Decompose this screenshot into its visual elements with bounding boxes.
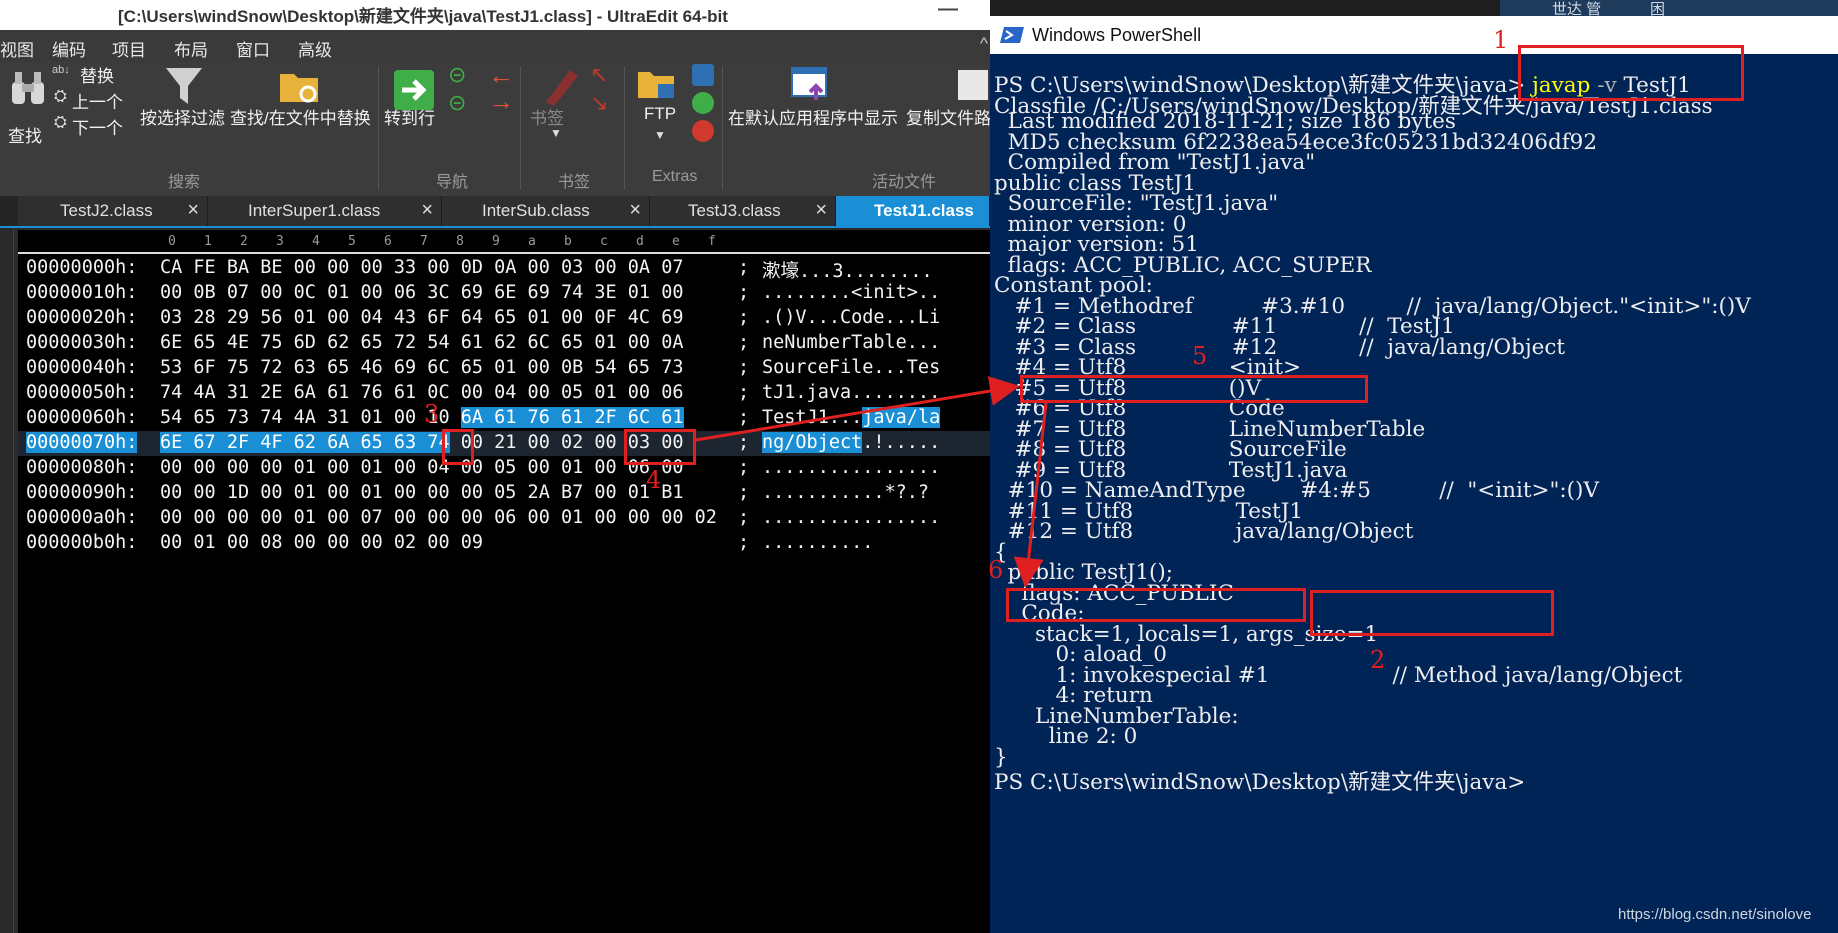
arrow-4-to-5 <box>695 376 1020 442</box>
annotation-arrows <box>695 376 1048 588</box>
arrow-5-to-6 <box>1013 402 1048 588</box>
watermark: https://blog.csdn.net/sinolove <box>1618 906 1812 923</box>
